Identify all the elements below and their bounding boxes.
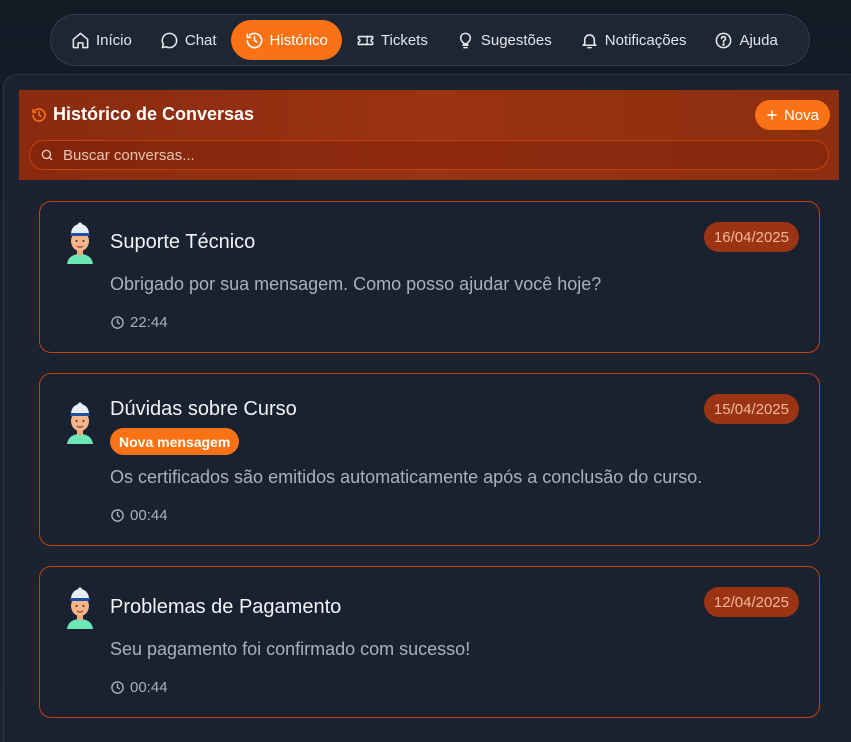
page-title-text: Histórico de Conversas [53, 104, 255, 124]
lightbulb-icon [459, 32, 471, 48]
nav-item-sugestoes[interactable]: Sugestões [442, 20, 566, 60]
nav-item-label: Início [96, 31, 132, 49]
nav-item-label: Ajuda [739, 31, 778, 49]
user-avatar-icon [67, 402, 93, 444]
conversation-title: Problemas de Pagamento [110, 596, 342, 618]
nav-item-ajuda[interactable]: Ajuda [700, 20, 791, 60]
chat-bubble-icon [161, 32, 178, 48]
nav-item-inicio[interactable]: Início [57, 20, 146, 60]
home-icon [72, 32, 89, 48]
conversation-time: 22:44 [110, 314, 168, 331]
conversation-time: 00:44 [110, 679, 168, 696]
date-badge: 12/04/2025 [703, 587, 799, 617]
bell-icon [582, 33, 597, 48]
help-circle-icon [716, 32, 732, 48]
clock-icon [111, 509, 124, 522]
conversation-card[interactable]: Dúvidas sobre Curso Nova mensagem 15/04/… [39, 373, 820, 546]
new-conversation-label: Nova [783, 106, 819, 124]
nav-item-label: Sugestões [480, 31, 552, 49]
clock-icon [111, 681, 124, 694]
nav-item-historico[interactable]: Histórico [230, 20, 342, 60]
date-badge: 15/04/2025 [703, 394, 799, 424]
nav-item-chat[interactable]: Chat [146, 20, 231, 60]
search-box [29, 140, 829, 170]
conversation-preview: Os certificados são emitidos automaticam… [110, 467, 703, 487]
user-avatar-icon [67, 222, 93, 264]
conversation-card[interactable]: Suporte Técnico 16/04/2025 Obrigado por … [39, 201, 820, 353]
nav-item-tickets[interactable]: Tickets [342, 20, 442, 60]
nav-item-label: Tickets [380, 31, 428, 49]
conversation-preview: Obrigado por sua mensagem. Como posso aj… [110, 274, 602, 294]
nav-item-label: Notificações [604, 31, 687, 49]
nav-item-label: Histórico [269, 31, 328, 49]
user-avatar-icon [67, 587, 93, 629]
new-conversation-button[interactable]: Nova [754, 100, 830, 130]
conversation-card[interactable]: Problemas de Pagamento 12/04/2025 Seu pa… [39, 566, 820, 718]
plus-icon [767, 110, 777, 120]
search-icon [41, 149, 53, 161]
top-nav: Início Chat Histórico Tickets Sugestões … [50, 14, 810, 66]
page-title: Histórico de Conversas [31, 104, 254, 125]
history-header: Histórico de Conversas Nova [19, 90, 839, 180]
conversation-title: Suporte Técnico [110, 231, 256, 253]
time-text: 00:44 [130, 679, 168, 696]
new-message-badge: Nova mensagem [110, 428, 240, 455]
nav-item-notificacoes[interactable]: Notificações [566, 20, 701, 60]
date-badge: 16/04/2025 [703, 222, 799, 252]
conversation-title: Dúvidas sobre Curso [110, 398, 297, 420]
search-input[interactable] [63, 146, 763, 164]
ticket-icon [357, 35, 374, 45]
conversation-preview: Seu pagamento foi confirmado com sucesso… [110, 639, 471, 659]
clock-icon [111, 316, 124, 329]
time-text: 22:44 [130, 314, 168, 331]
history-icon [246, 32, 262, 48]
history-icon [32, 107, 46, 122]
nav-item-label: Chat [184, 31, 217, 49]
conversation-time: 00:44 [110, 507, 168, 524]
time-text: 00:44 [130, 507, 168, 524]
